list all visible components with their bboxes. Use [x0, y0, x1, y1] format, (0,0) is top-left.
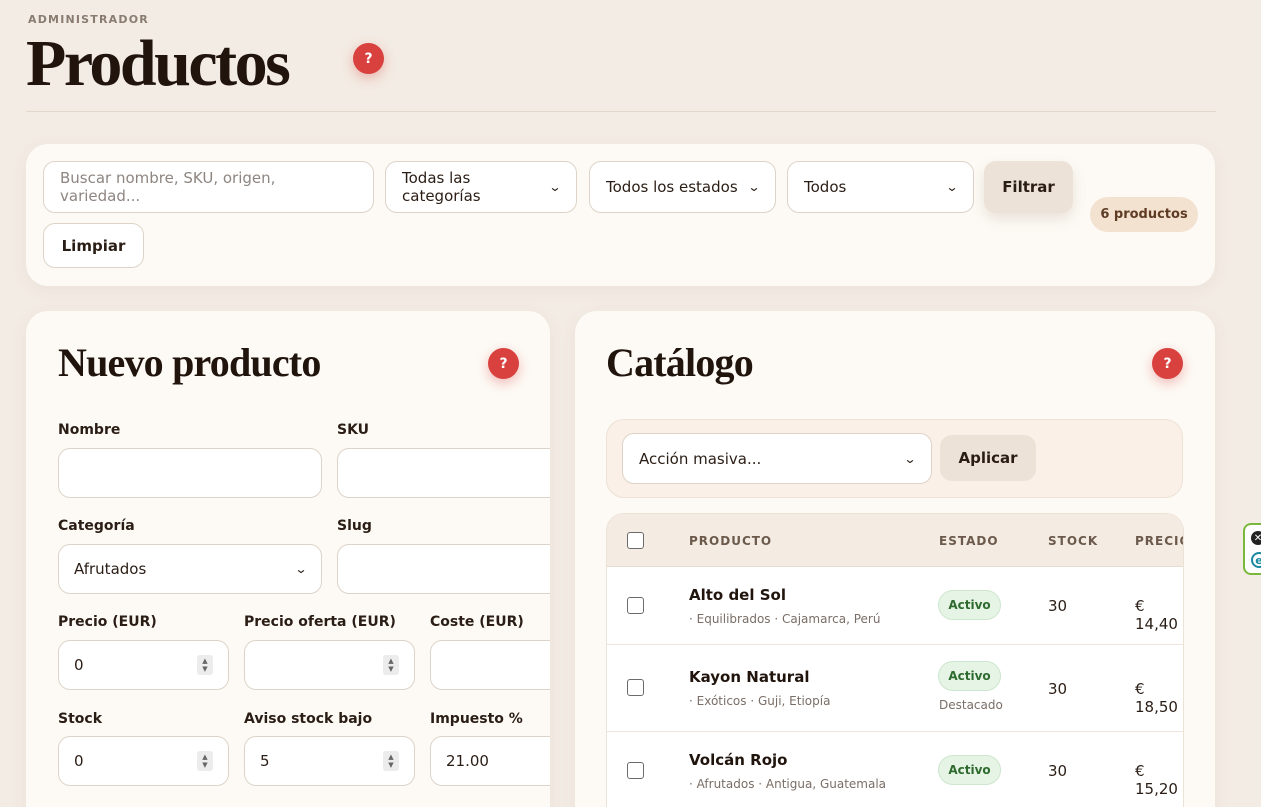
apply-button[interactable]: Aplicar — [940, 435, 1036, 481]
bulk-action-bar: Acción masiva... ⌄ Aplicar — [606, 419, 1183, 498]
extension-widget[interactable]: ✕ e — [1243, 523, 1261, 575]
coste-field[interactable] — [430, 640, 550, 690]
stepper-icon[interactable]: ▲ ▼ — [197, 751, 213, 771]
product-meta: · Equilibrados · Cajamarca, Perú — [689, 612, 881, 626]
product-name[interactable]: Alto del Sol — [689, 586, 786, 604]
clear-button[interactable]: Limpiar — [43, 223, 144, 268]
page-title: Productos — [26, 27, 291, 100]
column-header-stock[interactable]: STOCK — [1048, 534, 1098, 548]
header-divider — [26, 111, 1216, 112]
precio-field[interactable]: 0 ▲ ▼ — [58, 640, 229, 690]
stepper-icon[interactable]: ▲ ▼ — [197, 655, 213, 675]
product-meta: · Exóticos · Guji, Etiopía — [689, 694, 831, 708]
impuesto-field[interactable]: 21.00 — [430, 736, 550, 786]
product-name[interactable]: Volcán Rojo — [689, 751, 787, 769]
status-filter-select[interactable]: Todos los estados ⌄ — [589, 161, 776, 213]
table-row[interactable]: Alto del Sol · Equilibrados · Cajamarca,… — [607, 567, 1183, 645]
price-cell: € 15,20 — [1135, 762, 1178, 798]
stock-value: 0 — [74, 752, 84, 770]
precio-label: Precio (EUR) — [58, 614, 157, 630]
price-cell: € 18,50 — [1135, 680, 1178, 716]
search-input[interactable]: Buscar nombre, SKU, origen, variedad... — [43, 161, 374, 213]
status-badge: Activo — [938, 755, 1001, 785]
aviso-stock-value: 5 — [260, 752, 270, 770]
catalog-table: PRODUCTO ESTADO STOCK PRECIO Alto del So… — [606, 513, 1184, 807]
catalog-help-icon[interactable]: ? — [1152, 348, 1183, 379]
chevron-down-icon: ⌄ — [548, 180, 562, 194]
catalog-title: Catálogo — [606, 340, 754, 385]
impuesto-label: Impuesto % — [430, 711, 523, 727]
featured-filter-value: Todos — [804, 178, 847, 196]
product-meta: · Afrutados · Antigua, Guatemala — [689, 777, 887, 791]
extension-logo-icon[interactable]: e — [1251, 552, 1261, 568]
precio-oferta-field[interactable]: ▲ ▼ — [244, 640, 415, 690]
chevron-down-icon: ⌄ — [945, 180, 959, 194]
sku-label: SKU — [337, 422, 370, 438]
new-product-title: Nuevo producto — [58, 340, 321, 385]
table-row[interactable]: Volcán Rojo · Afrutados · Antigua, Guate… — [607, 732, 1183, 807]
close-icon[interactable]: ✕ — [1251, 531, 1261, 545]
featured-filter-select[interactable]: Todos ⌄ — [787, 161, 974, 213]
nombre-field[interactable] — [58, 448, 322, 498]
select-all-checkbox[interactable] — [627, 532, 644, 549]
filter-button[interactable]: Filtrar — [984, 161, 1073, 213]
status-badge: Activo — [938, 590, 1001, 620]
slug-field[interactable] — [337, 544, 550, 594]
nombre-label: Nombre — [58, 422, 121, 438]
chevron-down-icon: ⌄ — [903, 451, 917, 466]
stock-field[interactable]: 0 ▲ ▼ — [58, 736, 229, 786]
column-header-precio[interactable]: PRECIO — [1135, 534, 1183, 548]
status-filter-value: Todos los estados — [606, 178, 738, 196]
table-header: PRODUCTO ESTADO STOCK PRECIO — [607, 514, 1183, 567]
table-row[interactable]: Kayon Natural · Exóticos · Guji, Etiopía… — [607, 645, 1183, 732]
sku-field[interactable] — [337, 448, 550, 498]
chevron-down-icon: ⌄ — [747, 180, 761, 194]
bulk-action-value: Acción masiva... — [639, 449, 762, 468]
filter-bar: Buscar nombre, SKU, origen, variedad... … — [26, 144, 1215, 286]
page-help-icon[interactable]: ? — [353, 43, 384, 74]
catalog-card: Catálogo ? Acción masiva... ⌄ Aplicar PR… — [575, 311, 1215, 807]
new-product-card: Nuevo producto ? Nombre SKU Categoría Af… — [26, 311, 550, 807]
product-name[interactable]: Kayon Natural — [689, 668, 809, 686]
aviso-stock-label: Aviso stock bajo — [244, 711, 373, 727]
column-header-producto[interactable]: PRODUCTO — [689, 534, 772, 548]
featured-note: Destacado — [939, 698, 1003, 712]
section-eyebrow: ADMINISTRADOR — [28, 13, 149, 26]
categoria-value: Afrutados — [74, 560, 147, 578]
slug-label: Slug — [337, 518, 372, 534]
precio-oferta-label: Precio oferta (EUR) — [244, 614, 396, 630]
row-checkbox[interactable] — [627, 597, 644, 614]
stock-label: Stock — [58, 711, 103, 727]
aviso-stock-field[interactable]: 5 ▲ ▼ — [244, 736, 415, 786]
stock-cell: 30 — [1048, 680, 1068, 698]
category-filter-value: Todas las categorías — [402, 169, 481, 205]
category-filter-select[interactable]: Todas las categorías ⌄ — [385, 161, 577, 213]
stepper-icon[interactable]: ▲ ▼ — [383, 655, 399, 675]
chevron-down-icon: ⌄ — [294, 562, 308, 576]
new-product-help-icon[interactable]: ? — [488, 348, 519, 379]
categoria-label: Categoría — [58, 518, 135, 534]
row-checkbox[interactable] — [627, 679, 644, 696]
product-count-badge: 6 productos — [1090, 197, 1198, 232]
stepper-icon[interactable]: ▲ ▼ — [383, 751, 399, 771]
bulk-action-select[interactable]: Acción masiva... ⌄ — [622, 433, 932, 484]
stock-cell: 30 — [1048, 597, 1068, 615]
row-checkbox[interactable] — [627, 762, 644, 779]
column-header-estado[interactable]: ESTADO — [939, 534, 999, 548]
status-badge: Activo — [938, 661, 1001, 691]
categoria-select[interactable]: Afrutados ⌄ — [58, 544, 322, 594]
stock-cell: 30 — [1048, 762, 1068, 780]
precio-value: 0 — [74, 656, 84, 674]
coste-label: Coste (EUR) — [430, 614, 524, 630]
price-cell: € 14,40 — [1135, 597, 1178, 633]
